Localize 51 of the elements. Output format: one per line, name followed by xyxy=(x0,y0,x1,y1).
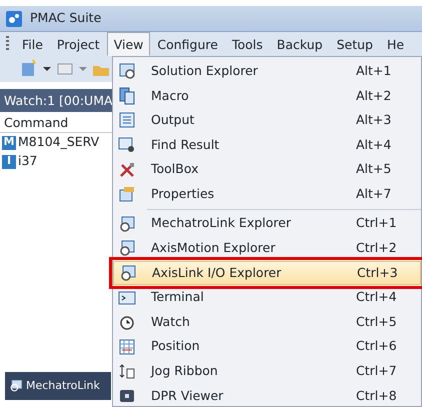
shortcut-text: Alt+3 xyxy=(356,111,392,130)
shortcut-text: Ctrl+5 xyxy=(356,312,397,331)
caret-icon xyxy=(79,67,87,71)
menu-item[interactable]: Configure xyxy=(150,32,225,56)
magnifier-window-icon xyxy=(8,378,24,394)
shortcut-text: Ctrl+1 xyxy=(356,214,397,232)
shortcut-text: Alt+2 xyxy=(356,86,392,105)
menu-item[interactable]: Tools xyxy=(224,32,270,56)
table-cell-text: i37 xyxy=(18,152,38,170)
shortcut-text: Alt+7 xyxy=(356,184,392,203)
menu-item[interactable]: Properties Alt+7 xyxy=(113,182,421,207)
menu-item[interactable]: ToolBox Alt+5 xyxy=(113,157,421,182)
menu-item[interactable]: Output Alt+3 xyxy=(113,108,421,133)
menu-item[interactable]: DPR Viewer Ctrl+8 xyxy=(113,384,421,407)
menu-item[interactable]: AxisMotion Explorer Ctrl+2 xyxy=(113,236,421,261)
menu-item[interactable]: MechatroLink Explorer Ctrl+1 xyxy=(113,212,421,236)
magnifier-window-icon xyxy=(117,61,137,82)
window-title: PMAC Suite xyxy=(30,9,102,28)
caret-icon xyxy=(43,67,51,71)
menu-item[interactable]: Find Result Alt+4 xyxy=(113,132,421,158)
menu-item[interactable]: Jog Ribbon Ctrl+7 xyxy=(113,359,421,384)
shortcut-text: Ctrl+3 xyxy=(357,264,398,282)
shortcut-text: Alt+1 xyxy=(356,62,392,80)
properties-icon xyxy=(117,184,137,204)
menu-item[interactable]: Project xyxy=(50,32,107,56)
shortcut-text: Ctrl+4 xyxy=(356,288,397,306)
app-icon xyxy=(4,8,24,28)
panel-title: Watch:1 [00:UMA xyxy=(0,89,112,112)
menu-item[interactable]: Macro Alt+2 xyxy=(113,84,421,108)
shortcut-text: Ctrl+2 xyxy=(356,239,397,258)
badge-icon: I xyxy=(2,154,16,168)
shortcut-text: Ctrl+6 xyxy=(356,337,397,356)
menu-item[interactable]: Position Ctrl+6 xyxy=(113,334,421,360)
tab-label: MechatroLink xyxy=(26,378,100,394)
menu-item[interactable]: Watch Ctrl+5 xyxy=(113,310,421,335)
output-icon xyxy=(117,110,137,130)
table-cell-text: M8104_SERV xyxy=(18,133,100,152)
badge-icon: M xyxy=(2,136,16,150)
menu-item[interactable]: Setup xyxy=(330,32,380,56)
menu-item[interactable]: He xyxy=(380,32,412,56)
shortcut-text: Alt+5 xyxy=(356,160,392,178)
menu-item[interactable]: Backup xyxy=(270,32,330,56)
documents-icon xyxy=(117,86,137,106)
menu-item[interactable]: Terminal Ctrl+4 xyxy=(113,285,421,310)
bottom-tab[interactable]: MechatroLink xyxy=(5,372,111,400)
menu-item[interactable]: View xyxy=(106,32,150,56)
menu-item[interactable]: Solution Explorer Alt+1 xyxy=(113,59,421,84)
shortcut-text: Ctrl+7 xyxy=(356,362,397,380)
shortcut-text: Ctrl+8 xyxy=(356,386,397,405)
shortcut-text: Alt+4 xyxy=(356,136,392,154)
menu-item[interactable]: File xyxy=(15,32,50,56)
